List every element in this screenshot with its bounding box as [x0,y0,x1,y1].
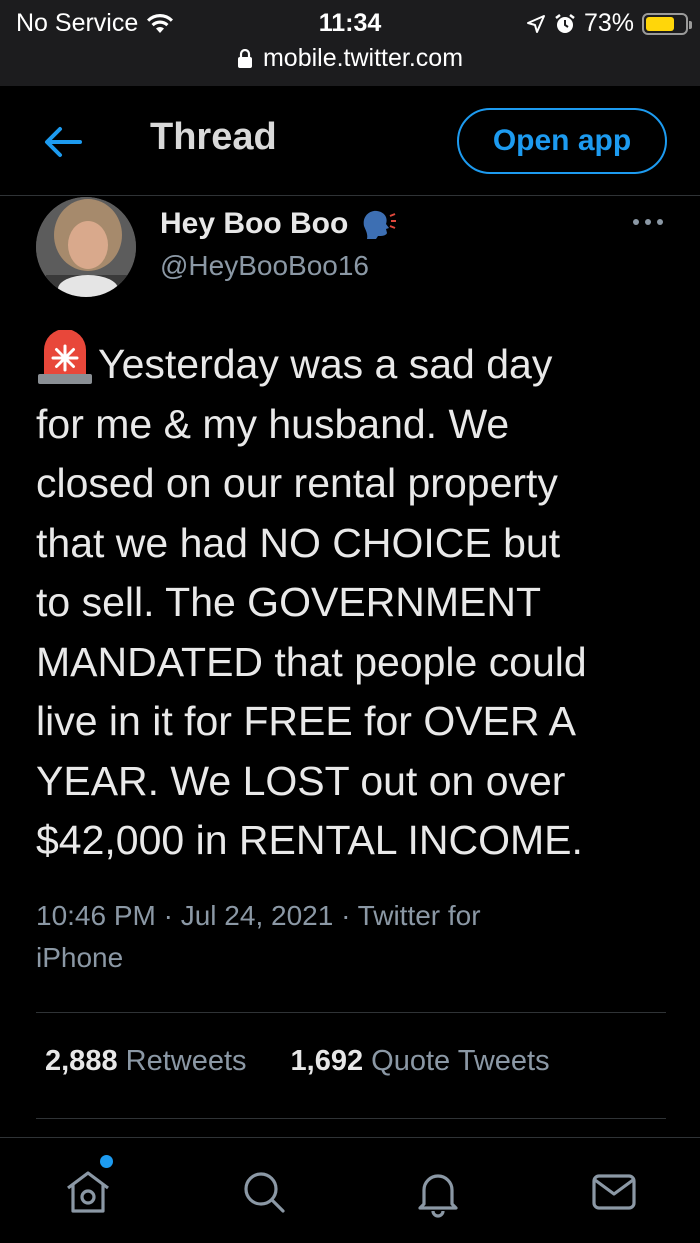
display-name: Hey Boo Boo [160,207,349,240]
battery-percent: 73% [583,9,634,37]
status-bar: No Service 11:34 73% mobile.twitter.com [0,0,700,86]
divider [36,1118,666,1119]
speaking-head-icon [364,210,397,239]
messages-icon[interactable] [588,1166,640,1218]
retweets-count: 2,888 [45,1045,118,1077]
divider [36,1012,666,1013]
tweet-line-6: MANDATED that people could [36,638,587,685]
thread-header: Thread Open app [0,86,700,196]
tweet-timestamp[interactable]: 10:46 PM · Jul 24, 2021 · Twitter for iP… [36,895,656,979]
police-siren-icon [38,330,92,384]
author-handle[interactable]: @HeyBooBoo16 [160,250,369,282]
notification-dot [100,1155,113,1168]
page-title: Thread [150,116,277,158]
battery-icon [642,12,692,35]
timestamp-line-2: iPhone [36,942,124,973]
home-icon[interactable] [62,1166,114,1218]
avatar-photo [36,197,136,297]
more-options-icon[interactable] [628,210,668,234]
quote-tweets-label: Quote Tweets [371,1045,550,1077]
tweet-line-1: Yesterday was a sad day [98,341,553,387]
back-arrow-icon[interactable] [40,122,86,162]
author-name-row[interactable]: Hey Boo Boo [160,207,397,241]
tweet-line-9: $42,000 in RENTAL INCOME. [36,817,583,863]
url-text: mobile.twitter.com [262,44,464,72]
notifications-icon[interactable] [412,1166,464,1218]
tweet-line-4: that we had NO CHOICE but [36,519,561,566]
tweet-line-5: to sell. The GOVERNMENT [36,579,542,625]
lock-icon [237,48,252,68]
avatar[interactable] [36,197,136,297]
open-app-button[interactable]: Open app [457,108,667,174]
tweet-line-2: for me & my husband. We [36,400,510,447]
quote-tweets-stat[interactable]: 1,692 Quote Tweets [291,1045,550,1078]
location-arrow-icon [526,14,545,33]
bottom-nav [0,1137,700,1243]
tweet-text: Yesterday was a sad day for me & my husb… [36,330,676,871]
timestamp-line-1: 10:46 PM · Jul 24, 2021 · Twitter for [36,900,481,931]
tweet-line-7: live in it for FREE for OVER A [36,698,576,744]
tweet-stats: 2,888 Retweets 1,692 Quote Tweets [45,1045,550,1078]
twitter-thread-page: No Service 11:34 73% mobile.twitter.com … [0,0,700,1243]
alarm-icon [555,13,575,33]
battery-fill [646,16,674,31]
quote-tweets-count: 1,692 [290,1045,364,1077]
url-bar[interactable]: mobile.twitter.com [0,44,700,73]
retweets-label: Retweets [125,1045,247,1077]
tweet-line-3: closed on our rental property [36,460,558,506]
search-icon[interactable] [238,1166,290,1218]
retweets-stat[interactable]: 2,888 Retweets [45,1045,247,1078]
tweet-line-8: YEAR. We LOST out on over [36,757,566,804]
